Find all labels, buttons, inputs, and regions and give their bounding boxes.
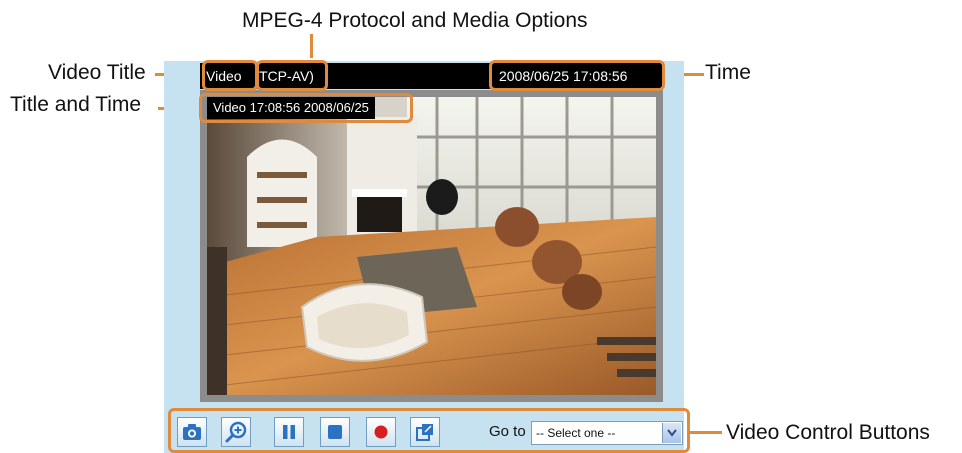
leader-line-controls <box>689 431 722 434</box>
highlight-title-time <box>199 93 413 123</box>
chevron-down-glyph <box>667 429 677 437</box>
chevron-down-icon[interactable] <box>662 423 681 443</box>
snapshot-button[interactable] <box>177 417 207 447</box>
highlight-video-title <box>202 60 258 91</box>
digital-zoom-icon <box>225 421 247 443</box>
snapshot-icon <box>183 424 201 440</box>
stop-icon <box>328 425 342 439</box>
callout-video-title: Video Title <box>48 61 146 84</box>
stop-button[interactable] <box>320 417 350 447</box>
record-button[interactable] <box>366 417 396 447</box>
leader-line-protocol <box>310 34 313 58</box>
callout-title-and-time: Title and Time <box>10 93 142 116</box>
record-icon <box>374 425 388 439</box>
callout-time: Time <box>705 61 751 84</box>
pause-button[interactable] <box>274 417 304 447</box>
callout-video-controls: Video Control Buttons <box>726 421 930 444</box>
pause-icon <box>283 425 295 439</box>
fullscreen-icon <box>416 424 433 441</box>
goto-select[interactable]: -- Select one -- <box>531 421 683 445</box>
live-video[interactable] <box>200 90 663 402</box>
fullscreen-button[interactable] <box>410 417 440 447</box>
goto-label: Go to <box>489 423 526 440</box>
digital-zoom-button[interactable] <box>221 417 251 447</box>
highlight-protocol <box>256 60 328 91</box>
highlight-time <box>489 60 665 91</box>
callout-protocol: MPEG-4 Protocol and Media Options <box>242 9 588 32</box>
room-video-frame <box>207 97 656 395</box>
goto-select-value: -- Select one -- <box>536 426 616 440</box>
